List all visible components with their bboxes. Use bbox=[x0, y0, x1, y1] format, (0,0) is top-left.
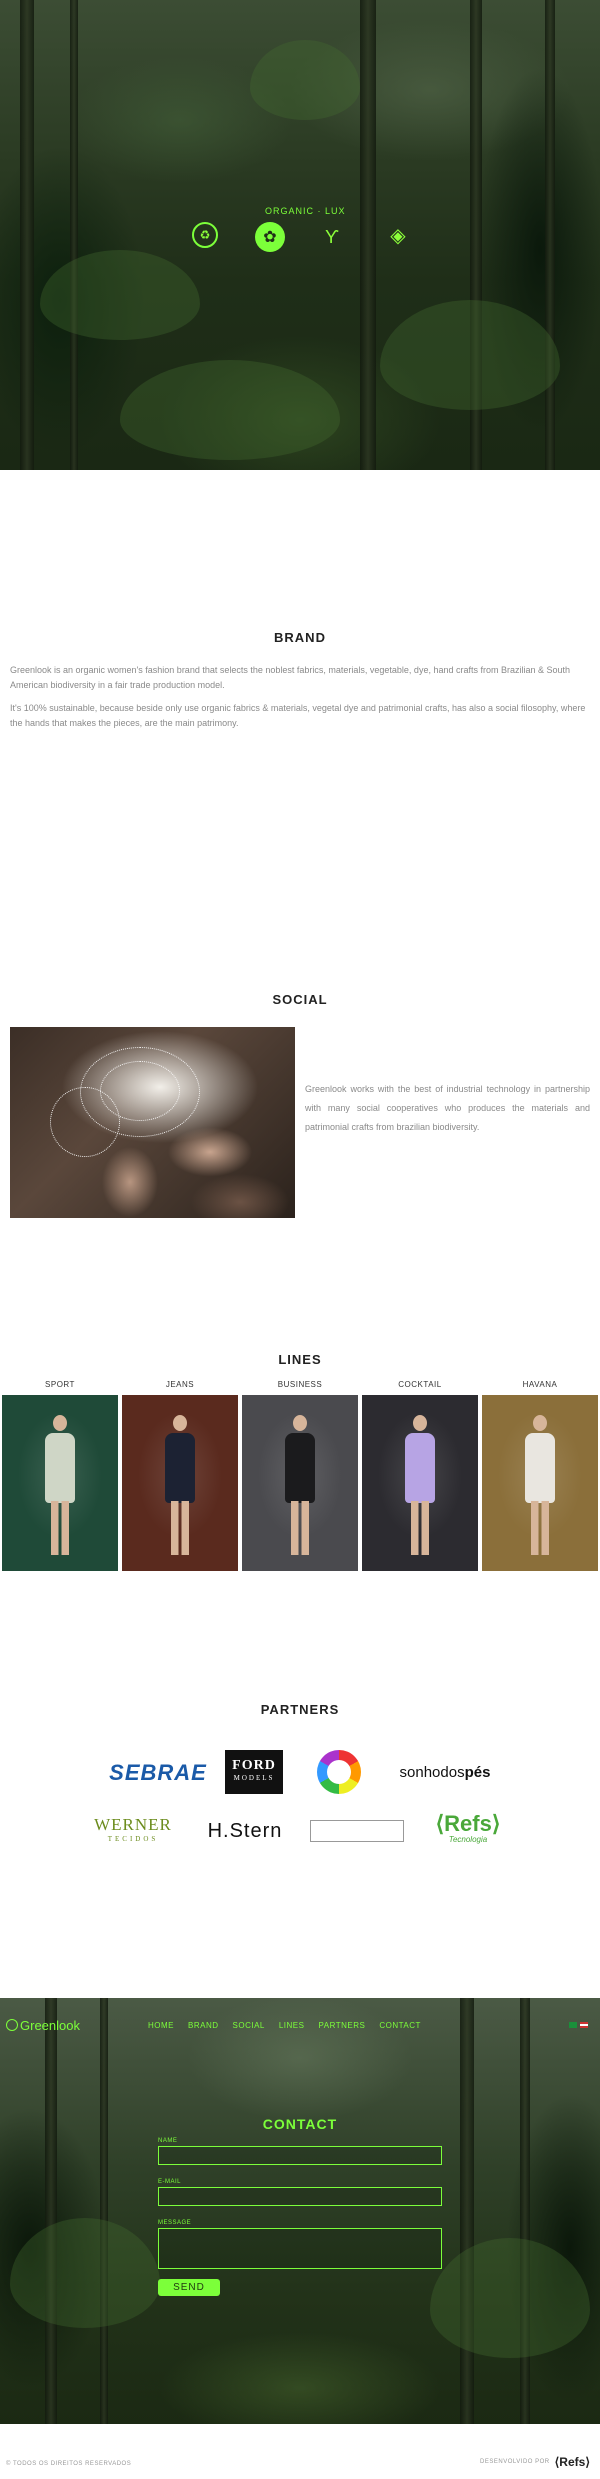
partner-logo-ford-models[interactable]: FORD MODELS bbox=[225, 1750, 283, 1794]
main-navigation: Greenlook HOME BRAND SOCIAL LINES PARTNE… bbox=[0, 2018, 600, 2034]
foliage bbox=[430, 2238, 590, 2358]
werner-wordmark: WERNER bbox=[94, 1815, 172, 1834]
partner-logo-placeholder[interactable] bbox=[310, 1820, 404, 1842]
nav-link-brand[interactable]: BRAND bbox=[188, 2021, 219, 2030]
language-switcher bbox=[569, 2022, 588, 2028]
werner-subtitle: TECIDOS bbox=[107, 1835, 159, 1843]
social-title: SOCIAL bbox=[272, 992, 328, 1007]
partner-logo-sonho-dos-pes[interactable]: sonhodos pés bbox=[390, 1760, 500, 1784]
partner-logo-refs[interactable]: ⟨Refs⟩ Tecnologia bbox=[420, 1812, 516, 1852]
tree-trunk bbox=[460, 1998, 474, 2424]
plant-icon: ϒ bbox=[325, 226, 339, 247]
sebrae-wordmark: SEBRAE bbox=[109, 1760, 207, 1785]
line-item-havana[interactable]: HAVANA bbox=[482, 1379, 598, 1571]
model-figure bbox=[42, 1415, 78, 1555]
lines-gallery: SPORT JEANS BUSINESS COCKTAIL HAVANA bbox=[2, 1379, 598, 1571]
hero-tagline: ORGANIC · LUX bbox=[265, 206, 346, 216]
message-label: MESSAGE bbox=[158, 2220, 192, 2226]
model-figure bbox=[402, 1415, 438, 1555]
contact-section: Greenlook HOME BRAND SOCIAL LINES PARTNE… bbox=[0, 1998, 600, 2424]
developer-label: DESENVOLVIDO POR bbox=[480, 2459, 550, 2465]
name-label: NAME bbox=[158, 2138, 178, 2144]
flower-icon: ✿ bbox=[255, 222, 285, 252]
foliage bbox=[250, 40, 360, 120]
tree-trunk bbox=[45, 1998, 57, 2424]
social-lace-photo bbox=[10, 1027, 295, 1218]
refs-wordmark: ⟨Refs⟩ bbox=[435, 1811, 501, 1836]
tree-trunk bbox=[100, 1998, 108, 2424]
nav-link-lines[interactable]: LINES bbox=[279, 2021, 305, 2030]
partner-logo-hstern[interactable]: H.Stern bbox=[200, 1818, 290, 1844]
contact-title: CONTACT bbox=[262, 2116, 338, 2132]
logo-text: Greenlook bbox=[20, 2018, 80, 2033]
line-photo[interactable] bbox=[482, 1395, 598, 1571]
partner-logo-werner[interactable]: WERNER TECIDOS bbox=[85, 1815, 181, 1849]
organic-lux-emblems: ORGANIC · LUX ♻ ✿ ϒ ◈ bbox=[185, 200, 425, 270]
refs-subtitle: Tecnologia bbox=[448, 1835, 488, 1844]
foliage bbox=[40, 250, 200, 340]
nav-link-contact[interactable]: CONTACT bbox=[379, 2021, 421, 2030]
tree-trunk bbox=[520, 1998, 530, 2424]
brand-paragraph-1: Greenlook is an organic women's fashion … bbox=[10, 665, 571, 690]
line-photo[interactable] bbox=[122, 1395, 238, 1571]
circle-logo-center bbox=[327, 1760, 351, 1784]
foliage bbox=[120, 360, 340, 460]
social-description: Greenlook works with the best of industr… bbox=[305, 1084, 590, 1132]
line-photo[interactable] bbox=[362, 1395, 478, 1571]
partner-logo-sebrae[interactable]: SEBRAE bbox=[109, 1755, 207, 1791]
nav-link-home[interactable]: HOME bbox=[148, 2021, 174, 2030]
refs-developer-logo[interactable]: ⟨Refs⟩ bbox=[555, 2455, 590, 2469]
line-label: HAVANA bbox=[522, 1380, 558, 1389]
nav-menu: HOME BRAND SOCIAL LINES PARTNERS CONTACT bbox=[148, 2021, 435, 2030]
tree-trunk bbox=[20, 0, 34, 470]
lace-pattern bbox=[50, 1087, 120, 1157]
sonho-wordmark-bold: pés bbox=[464, 1763, 491, 1781]
email-label: E-MAIL bbox=[158, 2179, 182, 2185]
ford-wordmark: FORD bbox=[232, 1758, 276, 1773]
tree-trunk bbox=[545, 0, 555, 470]
lines-title: LINES bbox=[278, 1352, 322, 1367]
foliage bbox=[10, 2218, 160, 2328]
line-photo[interactable] bbox=[242, 1395, 358, 1571]
message-field[interactable] bbox=[158, 2228, 442, 2269]
greenlook-logo[interactable]: Greenlook bbox=[6, 2018, 80, 2033]
line-item-sport[interactable]: SPORT bbox=[2, 1379, 118, 1571]
diamond-icon: ◈ bbox=[390, 224, 406, 247]
line-label: COCKTAIL bbox=[398, 1380, 442, 1389]
organic-seal-icon: ♻ bbox=[192, 222, 218, 248]
line-label: BUSINESS bbox=[277, 1380, 323, 1389]
foliage bbox=[380, 300, 560, 410]
english-flag-icon[interactable] bbox=[580, 2022, 588, 2028]
model-figure bbox=[162, 1415, 198, 1555]
line-photo[interactable] bbox=[2, 1395, 118, 1571]
developer-credit: DESENVOLVIDO POR ⟨Refs⟩ bbox=[480, 2455, 590, 2469]
hstern-wordmark: H.Stern bbox=[207, 1819, 283, 1842]
line-label: JEANS bbox=[165, 1380, 195, 1389]
model-figure bbox=[282, 1415, 318, 1555]
line-item-business[interactable]: BUSINESS bbox=[242, 1379, 358, 1571]
nav-link-partners[interactable]: PARTNERS bbox=[318, 2021, 365, 2030]
ford-subtitle: MODELS bbox=[233, 1774, 275, 1782]
nav-link-social[interactable]: SOCIAL bbox=[233, 2021, 265, 2030]
tree-trunk bbox=[70, 0, 78, 470]
footer-bar: © TODOS OS DIREITOS RESERVADOS DESENVOLV… bbox=[0, 2424, 600, 2479]
sonho-wordmark: sonhodos bbox=[399, 1763, 465, 1781]
brand-paragraph-2: It's 100% sustainable, because beside on… bbox=[10, 703, 586, 728]
email-field[interactable] bbox=[158, 2187, 442, 2206]
send-button[interactable]: SEND bbox=[158, 2279, 220, 2296]
line-item-cocktail[interactable]: COCKTAIL bbox=[362, 1379, 478, 1571]
partner-logo-colorful-circle[interactable] bbox=[317, 1750, 361, 1794]
greenlook-logo-icon bbox=[6, 2019, 18, 2031]
hero-banner: ORGANIC · LUX ♻ ✿ ϒ ◈ bbox=[0, 0, 600, 470]
line-item-jeans[interactable]: JEANS bbox=[122, 1379, 238, 1571]
model-figure bbox=[522, 1415, 558, 1555]
brand-title: BRAND bbox=[274, 630, 326, 645]
name-field[interactable] bbox=[158, 2146, 442, 2165]
brazil-flag-icon[interactable] bbox=[569, 2022, 577, 2028]
copyright-text: © TODOS OS DIREITOS RESERVADOS bbox=[6, 2461, 132, 2467]
partners-title: PARTNERS bbox=[260, 1702, 340, 1717]
line-label: SPORT bbox=[45, 1380, 75, 1389]
